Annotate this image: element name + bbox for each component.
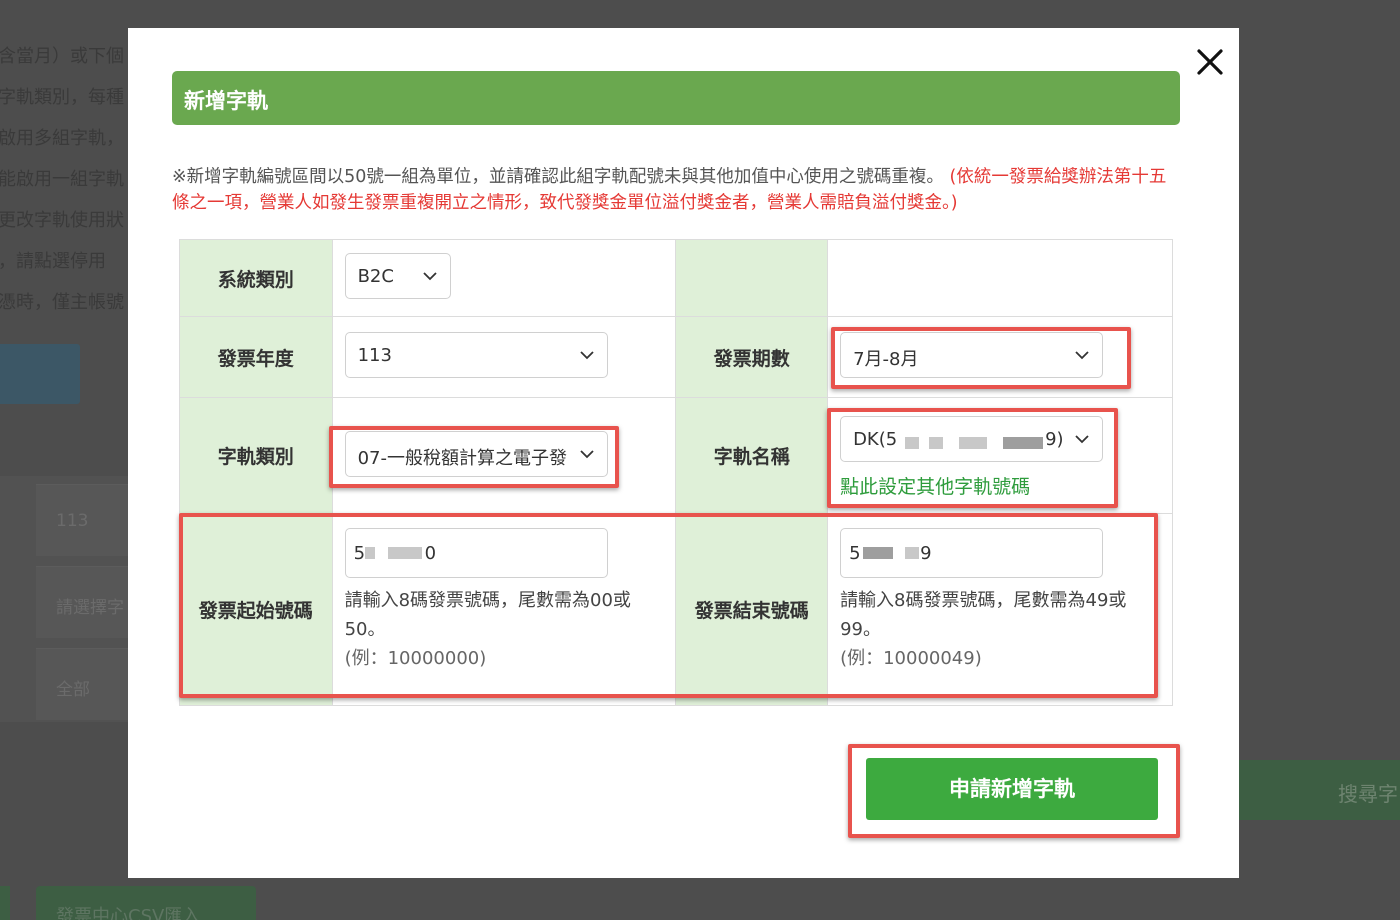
- bg-cell: 全部: [36, 648, 130, 720]
- end-number-suffix: 9: [920, 543, 932, 564]
- track-type-select[interactable]: 07-一般稅額計算之電子發: [344, 430, 608, 477]
- redacted-block: [863, 547, 894, 559]
- bg-form-panel: 113 請選擇字 全部: [0, 476, 130, 722]
- set-other-track-link[interactable]: 點此設定其他字軌號碼: [840, 472, 1172, 499]
- system-type-label: 系統類別: [179, 239, 333, 317]
- chevron-down-icon: [579, 351, 594, 360]
- bg-blue-button: [0, 344, 80, 404]
- bg-bottom-edge: [0, 886, 10, 920]
- empty-label-cell: [675, 239, 829, 317]
- bg-text-line: 能啟用一組字軌: [0, 169, 124, 190]
- bg-csv-import-button: 發票中心CSV匯入: [36, 886, 256, 920]
- invoice-period-label: 發票期數: [675, 316, 829, 398]
- track-type-value: 07-一般稅額計算之電子發: [357, 447, 567, 469]
- track-form-table: 系統類別 B2C 發票年度 113 發票期數 7月-8月 字軌類別 07-一般稅…: [179, 239, 1173, 706]
- redacted-block: [929, 437, 944, 449]
- chevron-down-icon: [578, 445, 595, 462]
- chevron-down-icon: [1075, 435, 1089, 444]
- redacted-block: [959, 437, 988, 449]
- start-number-hint: 請輸入8碼發票號碼，尾數需為00或50。 (例：10000000): [345, 586, 650, 673]
- system-type-cell: B2C: [331, 239, 677, 317]
- start-number-input[interactable]: 5 0: [344, 528, 608, 578]
- redacted-block: [387, 547, 422, 559]
- notice-text: ※新增字軌編號區間以50號一組為單位，並請確認此組字軌配號未與其他加值中心使用之…: [172, 164, 1182, 216]
- track-name-suffix: 9): [1045, 429, 1064, 450]
- bg-text-line: 憑時，僅主帳號: [0, 292, 124, 313]
- notice-main: ※新增字軌編號區間以50號一組為單位，並請確認此組字軌配號未與其他加值中心使用之…: [172, 167, 944, 187]
- add-track-modal: 新增字軌 ※新增字軌編號區間以50號一組為單位，並請確認此組字軌配號未與其他加值…: [128, 28, 1239, 878]
- track-name-label: 字軌名稱: [675, 397, 829, 514]
- start-number-suffix: 0: [424, 543, 437, 564]
- bg-text-line: ，請點選停用: [0, 251, 106, 272]
- redacted-block: [905, 547, 920, 559]
- bg-text-line: 啟用多組字軌，: [0, 128, 124, 149]
- start-number-prefix: 5: [353, 543, 366, 564]
- end-number-example: (例：10000049): [840, 648, 982, 669]
- chevron-down-icon: [1075, 351, 1089, 360]
- end-number-input[interactable]: 5 9: [840, 528, 1104, 578]
- redacted-block: [1003, 437, 1044, 449]
- track-name-prefix: DK(5: [853, 429, 898, 450]
- invoice-period-value: 7月-8月: [853, 349, 919, 370]
- track-type-label: 字軌類別: [179, 397, 333, 514]
- bg-text-line: 字軌類別，每種: [0, 87, 124, 108]
- bg-cell: 請選擇字: [36, 566, 130, 638]
- bg-search-button: 搜尋字: [1238, 760, 1400, 820]
- end-number-hint-text: 請輸入8碼發票號碼，尾數需為49或99。: [840, 590, 1127, 640]
- start-number-example: (例：10000000): [344, 648, 487, 669]
- bg-text-line: 更改字軌使用狀: [0, 210, 124, 231]
- invoice-year-label: 發票年度: [179, 316, 333, 398]
- modal-title: 新增字軌: [172, 71, 1180, 125]
- redacted-block: [905, 437, 920, 449]
- chevron-down-icon: [422, 272, 437, 281]
- invoice-year-value: 113: [357, 345, 392, 366]
- start-number-hint-text: 請輸入8碼發票號碼，尾數需為00或50。: [344, 590, 631, 640]
- apply-new-track-button[interactable]: 申請新增字軌: [866, 758, 1158, 820]
- bg-text-line: 含當月）或下個: [0, 46, 124, 67]
- system-type-select[interactable]: B2C: [344, 253, 451, 299]
- invoice-period-select[interactable]: 7月-8月: [840, 332, 1104, 378]
- end-number-prefix: 5: [849, 543, 861, 564]
- empty-value-cell: [827, 239, 1173, 317]
- redacted-block: [364, 547, 375, 559]
- bg-cell: 113: [36, 484, 130, 556]
- start-number-label: 發票起始號碼: [179, 513, 333, 706]
- end-number-hint: 請輸入8碼發票號碼，尾數需為49或99。 (例：10000049): [840, 586, 1145, 673]
- system-type-value: B2C: [357, 266, 394, 287]
- invoice-year-select[interactable]: 113: [344, 332, 608, 378]
- close-icon[interactable]: [1194, 46, 1226, 78]
- end-number-label: 發票結束號碼: [675, 513, 829, 706]
- track-name-select[interactable]: DK(5 9): [840, 416, 1104, 462]
